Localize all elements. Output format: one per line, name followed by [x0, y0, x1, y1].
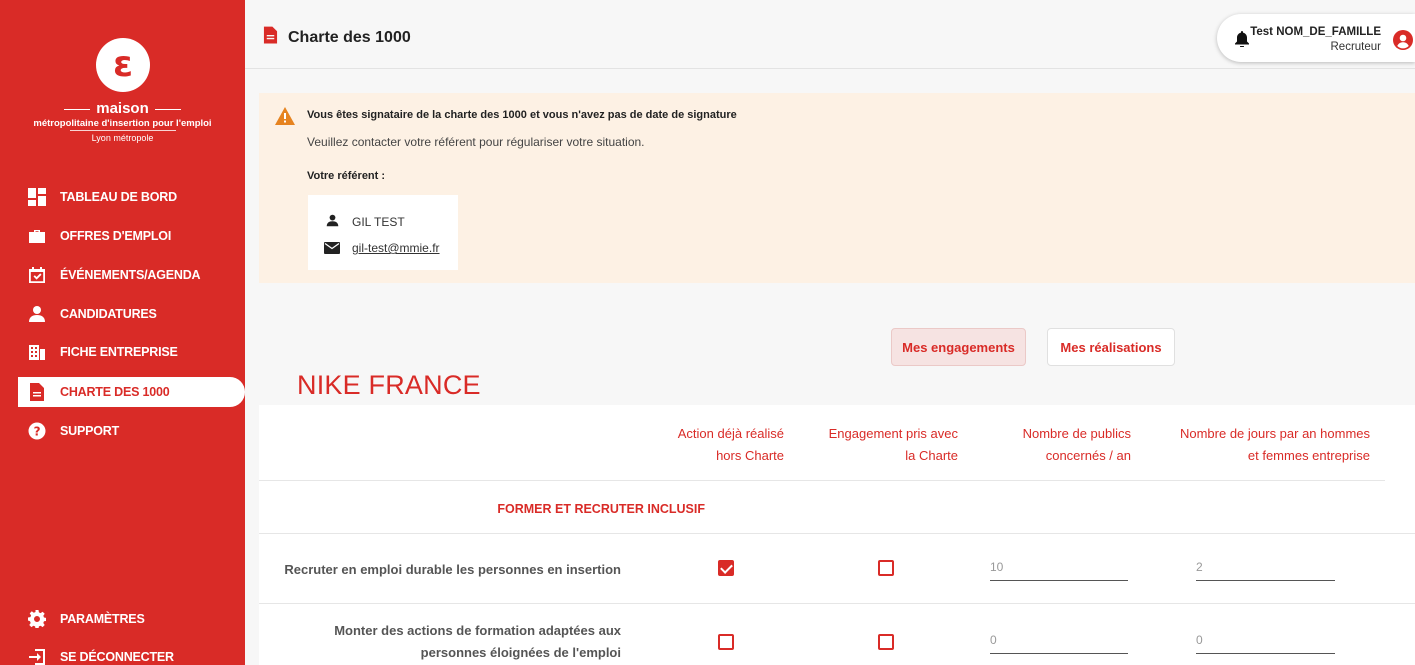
sidebar-item-label: SUPPORT: [60, 424, 120, 438]
tab-mes-engagements[interactable]: Mes engagements: [891, 328, 1026, 366]
tab-mes-realisations[interactable]: Mes réalisations: [1047, 328, 1175, 366]
brand-logo[interactable]: ε: [96, 38, 150, 92]
sidebar: ε maison métropolitaine d'insertion pour…: [0, 0, 245, 665]
column-header-realise: Action déjà réalisé hors Charte: [677, 426, 784, 463]
file-icon: [28, 383, 46, 401]
briefcase-icon: [28, 227, 46, 245]
signature-warning-alert: Vous êtes signataire de la charte des 10…: [259, 93, 1415, 283]
checkbox-engagement-row-1[interactable]: [878, 560, 894, 576]
divider: [259, 533, 1415, 534]
publics-input-row-2[interactable]: 0: [990, 632, 1128, 654]
user-name: Test NOM_DE_FAMILLE: [1250, 26, 1381, 38]
sidebar-item-label: ÉVÉNEMENTS/AGENDA: [60, 268, 201, 282]
sidebar-item-label: FICHE ENTREPRISE: [60, 345, 178, 359]
referent-email-link[interactable]: gil-test@mmie.fr: [352, 241, 440, 255]
question-circle-icon: ?: [28, 422, 46, 440]
gear-icon: [28, 610, 46, 628]
sidebar-item-label: CHARTE DES 1000: [60, 385, 170, 399]
column-header-jours: Nombre de jours par an hommes et femmes e…: [1179, 426, 1370, 463]
sidebar-item-label: CANDIDATURES: [60, 307, 157, 321]
column-header-engagement: Engagement pris avec la Charte: [828, 426, 958, 463]
jours-input-row-2[interactable]: 0: [1196, 632, 1335, 654]
sidebar-item-offres-emploi[interactable]: OFFRES D'EMPLOI: [0, 221, 245, 251]
svg-text:?: ?: [34, 425, 41, 439]
checkbox-realise-row-1[interactable]: [718, 560, 734, 576]
divider: [259, 603, 1415, 604]
sidebar-item-candidatures[interactable]: CANDIDATURES: [0, 299, 245, 329]
building-icon: [28, 343, 46, 361]
user-icon: [28, 305, 46, 323]
checkbox-engagement-row-2[interactable]: [878, 634, 894, 650]
sidebar-item-charte-des-1000[interactable]: CHARTE DES 1000: [18, 377, 245, 407]
brand-divider: [70, 130, 176, 131]
sidebar-item-support[interactable]: ? SUPPORT: [0, 416, 245, 446]
brand-line2: métropolitaine d'insertion pour l'emploi: [33, 118, 212, 129]
referent-label: Votre référent :: [307, 170, 386, 182]
sidebar-item-label: TABLEAU DE BORD: [60, 190, 177, 204]
sidebar-item-deconnecter[interactable]: SE DÉCONNECTER: [0, 642, 245, 665]
alert-title: Vous êtes signataire de la charte des 10…: [307, 109, 737, 121]
user-circle-icon[interactable]: [1393, 30, 1413, 55]
page-title-text: Charte des 1000: [288, 28, 411, 46]
dashboard-icon: [28, 188, 46, 206]
sidebar-item-tableau-de-bord[interactable]: TABLEAU DE BORD: [0, 182, 245, 212]
page-title: Charte des 1000: [263, 26, 411, 49]
bell-icon[interactable]: [1235, 31, 1249, 52]
file-icon: [263, 26, 288, 49]
jours-input-row-1[interactable]: 2: [1196, 559, 1335, 581]
brand-line1: maison: [0, 100, 245, 117]
user-menu[interactable]: Test NOM_DE_FAMILLE Recruteur: [1217, 14, 1415, 62]
sidebar-item-evenements[interactable]: ÉVÉNEMENTS/AGENDA: [0, 260, 245, 290]
sidebar-item-label: PARAMÈTRES: [60, 612, 145, 626]
sidebar-item-label: OFFRES D'EMPLOI: [60, 229, 172, 243]
brand-line3: Lyon métropole: [91, 133, 154, 143]
calendar-check-icon: [28, 266, 46, 284]
user-role: Recruteur: [1330, 41, 1382, 53]
sidebar-item-label: SE DÉCONNECTER: [60, 650, 174, 664]
referent-card: GIL TEST gil-test@mmie.fr: [308, 195, 458, 270]
divider: [259, 480, 1385, 481]
topbar: Charte des 1000 Test NOM_DE_FAMILLE Recr…: [245, 0, 1415, 69]
company-name: NIKE FRANCE: [297, 370, 481, 400]
row-label: Recruter en emploi durable les personnes…: [284, 562, 621, 577]
logout-icon: [28, 648, 46, 665]
alert-text: Veuillez contacter votre référent pour r…: [307, 135, 645, 149]
column-header-publics: Nombre de publics concernés / an: [1022, 426, 1131, 463]
sidebar-item-parametres[interactable]: PARAMÈTRES: [0, 604, 245, 634]
checkbox-realise-row-2[interactable]: [718, 634, 734, 650]
logo-letter: ε: [112, 44, 134, 85]
warning-icon: [275, 107, 295, 130]
referent-name: GIL TEST: [352, 215, 405, 229]
section-title: FORMER ET RECRUTER INCLUSIF: [497, 502, 705, 516]
charter-table: Action déjà réalisé hors Charte Engagemen…: [259, 405, 1415, 665]
user-icon: [326, 214, 339, 232]
publics-input-row-1[interactable]: 10: [990, 559, 1128, 581]
sidebar-item-fiche-entreprise[interactable]: FICHE ENTREPRISE: [0, 337, 245, 367]
envelope-icon: [324, 241, 340, 259]
row-label: Monter des actions de formation adaptées…: [334, 623, 621, 660]
